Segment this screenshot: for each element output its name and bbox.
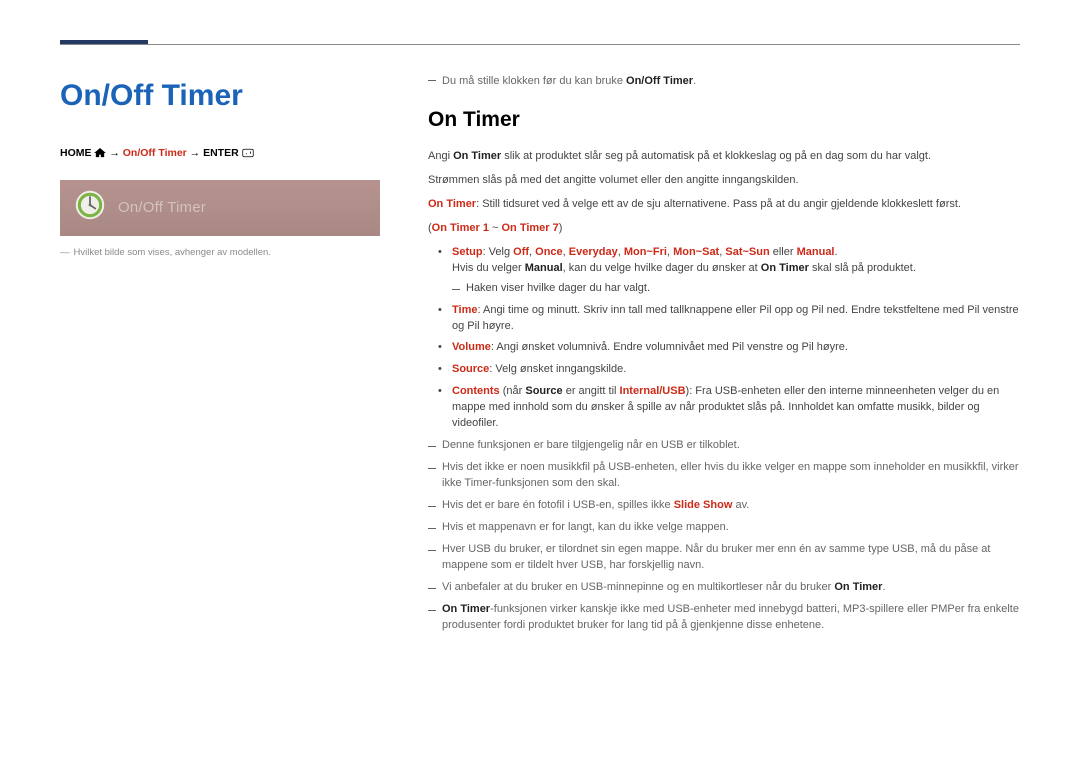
- breadcrumb-home: HOME: [60, 147, 92, 159]
- list-item: Hvis det ikke er noen musikkfil på USB-e…: [428, 460, 1020, 492]
- page-layout: On/Off Timer HOME → On/Off Timer → ENTER: [60, 73, 1020, 640]
- home-icon: [94, 147, 109, 159]
- section-title: On Timer: [428, 104, 1020, 136]
- dash-icon: ―: [60, 246, 70, 260]
- list-item: Denne funksjonen er bare tilgjengelig nå…: [428, 438, 1020, 454]
- timer-range: On Timer 7: [501, 222, 558, 234]
- list-item: Hvis et mappenavn er for langt, kan du i…: [428, 520, 1020, 536]
- list-item: Hver USB du bruker, er tilordnet sin ege…: [428, 542, 1020, 574]
- dash-icon: [428, 80, 436, 81]
- dash-icon: [428, 528, 436, 529]
- left-column: On/Off Timer HOME → On/Off Timer → ENTER: [60, 73, 380, 640]
- breadcrumb: HOME → On/Off Timer → ENTER: [60, 146, 380, 162]
- list-item: On Timer-funksjonen virker kanskje ikke …: [428, 602, 1020, 634]
- timer-icon: [74, 189, 106, 227]
- list-item: Vi anbefaler at du bruker en USB-minnepi…: [428, 580, 1020, 596]
- page-top-rule: [60, 44, 1020, 45]
- list-item: Time: Angi time og minutt. Skriv inn tal…: [452, 303, 1020, 335]
- top-note: Du må stille klokken før du kan bruke On…: [428, 73, 1020, 90]
- right-column: Du må stille klokken før du kan bruke On…: [428, 73, 1020, 640]
- sub-note: Haken viser hvilke dager du har valgt.: [452, 281, 1020, 297]
- left-footnote-text: Hvilket bilde som vises, avhenger av mod…: [74, 246, 271, 260]
- arrow-icon: →: [190, 147, 203, 159]
- bullet-list: Setup: Velg Off, Once, Everyday, Mon~Fri…: [428, 245, 1020, 432]
- dash-icon: [428, 610, 436, 611]
- dash-icon: [428, 550, 436, 551]
- enter-icon: [242, 147, 254, 159]
- body-paragraph: Strømmen slås på med det angitte volumet…: [428, 173, 1020, 189]
- list-item: Source: Velg ønsket inngangskilde.: [452, 362, 1020, 378]
- arrow-icon: →: [109, 147, 122, 159]
- dash-icon: [428, 446, 436, 447]
- breadcrumb-enter: ENTER: [203, 147, 239, 159]
- list-item: Hvis det er bare én fotofil i USB-en, sp…: [428, 498, 1020, 514]
- top-note-text: Du må stille klokken før du kan bruke On…: [442, 73, 696, 90]
- breadcrumb-section: On/Off Timer: [123, 147, 187, 159]
- body-paragraph: Angi On Timer slik at produktet slår seg…: [428, 149, 1020, 165]
- dash-icon: [428, 506, 436, 507]
- page-title: On/Off Timer: [60, 73, 380, 118]
- list-item: Contents (når Source er angitt til Inter…: [452, 384, 1020, 432]
- body-paragraph: On Timer: Still tidsuret ved å velge ett…: [428, 197, 1020, 213]
- list-item: Setup: Velg Off, Once, Everyday, Mon~Fri…: [452, 245, 1020, 297]
- left-footnote: ― Hvilket bilde som vises, avhenger av m…: [60, 246, 380, 260]
- dash-icon: [428, 588, 436, 589]
- timer-range: On Timer 1: [432, 222, 489, 234]
- menu-panel: On/Off Timer: [60, 180, 380, 236]
- dash-icon: [428, 468, 436, 469]
- dash-note-list: Denne funksjonen er bare tilgjengelig nå…: [428, 438, 1020, 633]
- body-paragraph: (On Timer 1 ~ On Timer 7): [428, 221, 1020, 237]
- dash-icon: [452, 289, 460, 290]
- panel-label: On/Off Timer: [118, 197, 206, 220]
- list-item: Volume: Angi ønsket volumnivå. Endre vol…: [452, 340, 1020, 356]
